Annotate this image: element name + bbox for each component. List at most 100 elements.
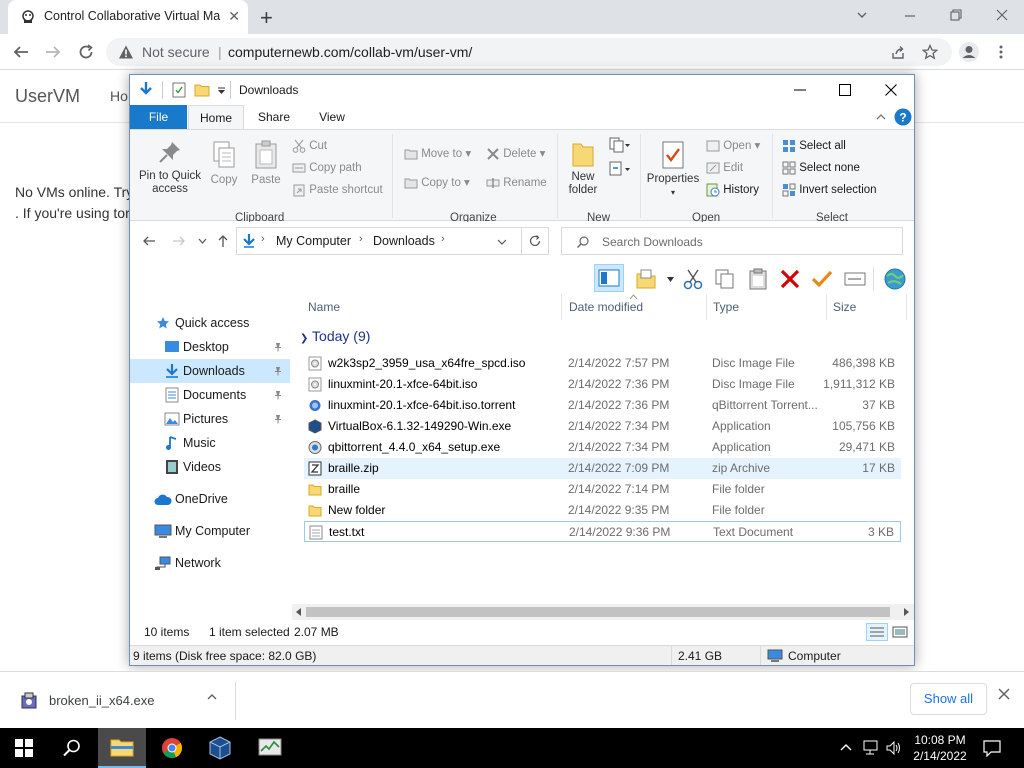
copy-button[interactable]: Copy [206, 140, 242, 187]
nav-forward-icon[interactable] [172, 234, 186, 248]
scroll-right-icon[interactable] [903, 607, 910, 617]
explorer-title-bar[interactable]: Downloads [130, 75, 914, 105]
taskbar-search-button[interactable] [48, 728, 96, 768]
bookmark-star-icon[interactable] [922, 44, 938, 60]
nav-my-computer[interactable]: My Computer [130, 519, 290, 543]
browser-menu-icon[interactable] [996, 44, 1006, 60]
copy-path-button[interactable]: Copy path [292, 160, 362, 176]
system-clock[interactable]: 10:08 PM 2/14/2022 [905, 732, 975, 764]
taskbar-task-manager[interactable] [246, 728, 294, 768]
pin-to-quick-access-button[interactable]: Pin to Quick access [136, 140, 204, 196]
breadcrumb-downloads[interactable]: Downloads [373, 234, 435, 248]
nav-home-link[interactable]: Ho [110, 88, 128, 104]
tab-view[interactable]: View [304, 105, 360, 129]
paste-toolbar-icon[interactable] [748, 268, 768, 290]
minimize-icon[interactable] [904, 10, 916, 22]
new-folder-button[interactable]: New folder [562, 140, 604, 197]
reload-icon[interactable] [77, 43, 95, 61]
nav-music[interactable]: Music [130, 431, 290, 455]
nav-quick-access[interactable]: Quick access [130, 311, 290, 335]
tab-home[interactable]: Home [188, 105, 244, 129]
explorer-close-icon[interactable] [885, 84, 897, 96]
restore-icon[interactable] [950, 9, 962, 21]
select-none-button[interactable]: Select none [782, 160, 860, 176]
taskbar-virtualbox[interactable] [196, 728, 244, 768]
browser-tab[interactable]: Control Collaborative Virtual Ma ✕ [8, 0, 248, 34]
search-input[interactable]: Search Downloads [561, 227, 903, 255]
share-icon[interactable] [890, 44, 906, 60]
pinned-icon[interactable] [273, 342, 283, 352]
up-arrow-icon[interactable] [216, 234, 230, 248]
file-row[interactable]: linuxmint-20.1-xfce-64bit.iso.torrent 2/1… [304, 395, 901, 416]
rename-button[interactable]: Rename [486, 175, 547, 191]
pinned-icon[interactable] [273, 390, 283, 400]
forward-arrow-icon[interactable] [44, 43, 62, 61]
taskbar-chrome[interactable] [148, 728, 196, 768]
file-row[interactable]: linuxmint-20.1-xfce-64bit.iso 2/14/2022 7… [304, 374, 901, 395]
tab-search-chevron-icon[interactable] [856, 9, 868, 21]
copy-toolbar-icon[interactable] [714, 268, 736, 290]
move-to-button[interactable]: Move to ▾ [404, 146, 471, 162]
nav-pictures[interactable]: Pictures [130, 407, 290, 431]
explorer-minimize-icon[interactable] [794, 84, 806, 96]
profile-avatar-icon[interactable] [958, 41, 980, 63]
recent-locations-icon[interactable] [198, 237, 207, 245]
checkmark-icon[interactable] [811, 270, 833, 288]
download-item[interactable]: broken_ii_x64.exe [14, 682, 236, 720]
easy-access-icon[interactable] [608, 160, 630, 178]
download-options-chevron-icon[interactable] [206, 691, 218, 703]
nav-documents[interactable]: Documents [130, 383, 290, 407]
help-icon[interactable]: ? [894, 108, 912, 126]
details-view-button[interactable] [866, 623, 888, 641]
qat-customize-icon[interactable] [217, 87, 226, 95]
copy-to-button[interactable]: Copy to ▾ [404, 175, 470, 191]
delete-button[interactable]: Delete ▾ [486, 146, 545, 162]
file-row[interactable]: braille 2/14/2022 7:14 PM File folder [304, 479, 901, 500]
file-row[interactable]: qbittorrent_4.4.0_x64_setup.exe 2/14/2022… [304, 437, 901, 458]
select-all-button[interactable]: Select all [782, 138, 846, 154]
tab-close-icon[interactable]: ✕ [228, 8, 240, 25]
horizontal-scrollbar[interactable] [292, 604, 914, 620]
file-row[interactable]: VirtualBox-6.1.32-149290-Win.exe 2/14/202… [304, 416, 901, 437]
scroll-left-icon[interactable] [295, 607, 302, 617]
close-download-shelf-icon[interactable] [998, 688, 1010, 700]
nav-downloads[interactable]: Downloads [130, 359, 290, 383]
start-button[interactable] [0, 728, 48, 768]
cut-scissors-icon[interactable] [683, 268, 703, 290]
volume-tray-icon[interactable] [886, 740, 902, 756]
group-collapse-chevron-icon[interactable]: ❯ [300, 333, 308, 344]
file-row[interactable]: test.txt 2/14/2022 9:36 PM Text Document 3 … [304, 521, 901, 542]
refresh-button[interactable] [521, 227, 549, 255]
paste-button[interactable]: Paste [246, 140, 286, 187]
nav-back-icon[interactable] [142, 234, 156, 248]
explorer-maximize-icon[interactable] [839, 84, 851, 96]
nav-onedrive[interactable]: OneDrive [130, 487, 290, 511]
folder-options-icon[interactable] [635, 268, 657, 290]
open-button[interactable]: Open ▾ [706, 138, 760, 154]
paste-shortcut-button[interactable]: Paste shortcut [292, 182, 383, 198]
column-size-header[interactable]: Size [833, 300, 856, 314]
group-header-today[interactable]: ❯ Today (9) [300, 328, 370, 344]
column-type-header[interactable]: Type [713, 300, 739, 314]
rename-field-icon[interactable] [844, 271, 866, 287]
preview-pane-button[interactable] [594, 264, 624, 292]
new-item-icon[interactable] [608, 136, 630, 154]
close-window-icon[interactable] [996, 9, 1008, 21]
breadcrumb-chevron-icon[interactable]: › [261, 233, 265, 245]
column-name-header[interactable]: Name [308, 300, 340, 314]
collapse-ribbon-icon[interactable] [876, 113, 886, 121]
properties-qat-icon[interactable] [172, 82, 186, 98]
breadcrumb-chevron-icon[interactable]: › [359, 233, 363, 245]
taskbar-file-explorer[interactable] [98, 728, 146, 768]
file-row[interactable]: w2k3sp2_3959_usa_x64fre_spcd.iso 2/14/202… [304, 353, 901, 374]
properties-button[interactable]: Properties ▾ [644, 140, 702, 199]
delete-red-x-icon[interactable] [780, 270, 800, 288]
column-date-header[interactable]: Date modified [569, 300, 643, 314]
pinned-icon[interactable] [273, 366, 283, 376]
warning-icon[interactable] [118, 44, 134, 60]
new-folder-qat-icon[interactable] [194, 83, 210, 97]
globe-icon[interactable] [882, 267, 908, 291]
file-row[interactable]: braille.zip 2/14/2022 7:09 PM zip Archive 1… [304, 458, 901, 479]
address-dropdown-icon[interactable] [497, 238, 507, 246]
nav-videos[interactable]: Videos [130, 455, 290, 479]
